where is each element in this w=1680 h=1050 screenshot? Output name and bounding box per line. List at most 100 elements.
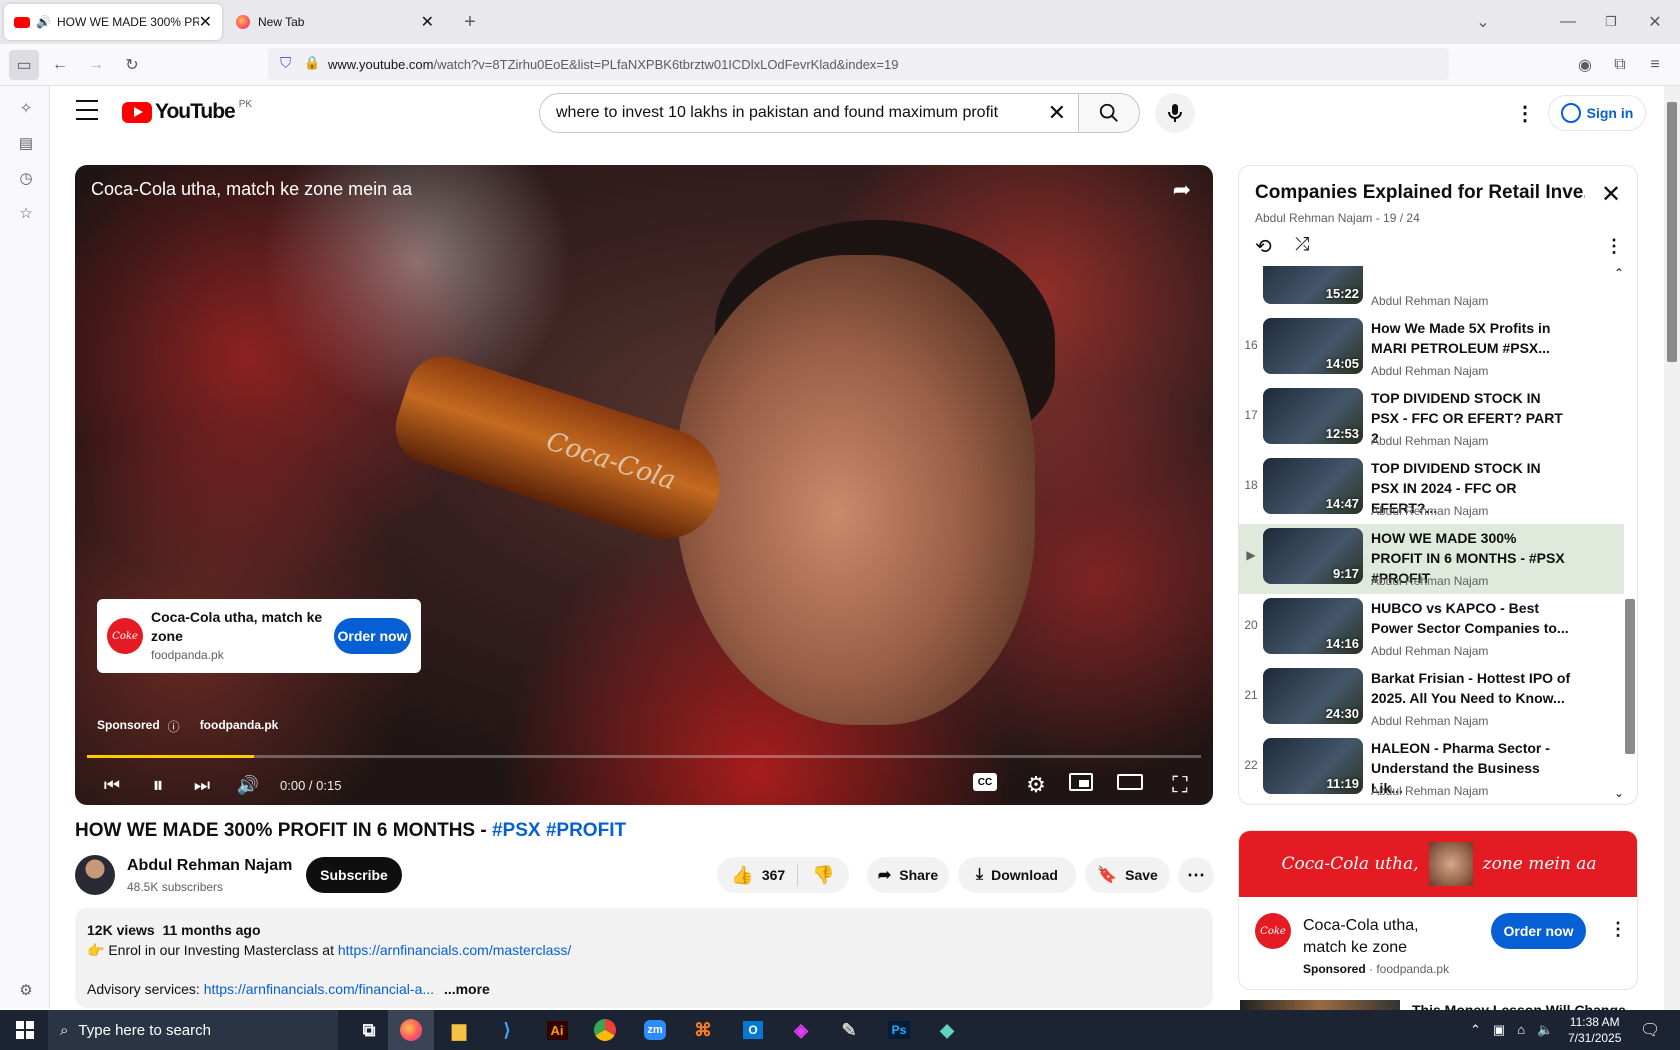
miniplayer-icon[interactable] bbox=[1069, 773, 1093, 791]
playlist-item[interactable]: 21 24:30 Barkat Frisian - Hottest IPO of 2… bbox=[1239, 664, 1624, 734]
fullscreen-icon[interactable]: ⛶ bbox=[1165, 770, 1195, 800]
file-explorer-icon[interactable]: ▆ bbox=[436, 1010, 482, 1050]
side-ad-order-now-button[interactable]: Order now bbox=[1491, 913, 1586, 949]
playlist-item-title[interactable]: Barkat Frisian - Hottest IPO of 2025. Al… bbox=[1371, 668, 1571, 708]
zoom-icon[interactable]: zm bbox=[632, 1010, 678, 1050]
advisory-link[interactable]: https://arnfinancials.com/financial-a... bbox=[204, 981, 434, 997]
save-button[interactable]: 🔖 Save bbox=[1085, 857, 1170, 893]
close-tab-icon[interactable]: ✕ bbox=[199, 12, 212, 32]
illustrator-icon[interactable]: Ai bbox=[534, 1010, 580, 1050]
ai-sparkle-icon[interactable]: ✧ bbox=[14, 96, 38, 120]
wifi-icon[interactable]: ⌂ bbox=[1517, 1022, 1525, 1038]
windows-start-icon[interactable] bbox=[2, 1010, 48, 1050]
volume-icon[interactable]: 🔊 bbox=[233, 770, 263, 800]
forward-icon[interactable]: → bbox=[81, 50, 111, 80]
playlist-item-channel[interactable]: Abdul Rehman Najam bbox=[1371, 574, 1488, 588]
playlist-item-channel[interactable]: Abdul Rehman Najam bbox=[1371, 504, 1488, 518]
side-ad-menu-icon[interactable]: ⋮ bbox=[1609, 919, 1627, 940]
playlist-item[interactable]: 18 14:47 TOP DIVIDEND STOCK IN PSX IN 2024… bbox=[1239, 454, 1624, 524]
volume-icon[interactable]: 🔈 bbox=[1537, 1022, 1553, 1038]
previous-icon[interactable]: ⏮ bbox=[97, 770, 127, 800]
close-playlist-icon[interactable]: ✕ bbox=[1601, 180, 1621, 209]
playlist-item[interactable]: 22 11:19 HALEON - Pharma Sector - Understa… bbox=[1239, 734, 1624, 804]
captions-icon[interactable]: CC bbox=[973, 773, 997, 791]
info-icon[interactable]: ⓘ bbox=[168, 718, 180, 735]
clock[interactable]: 11:38 AM 7/31/2025 bbox=[1568, 1014, 1621, 1046]
chrome-icon[interactable] bbox=[582, 1010, 628, 1050]
next-video-title[interactable]: This Money Lesson Will Change... bbox=[1412, 998, 1637, 1010]
xampp-icon[interactable]: ⌘ bbox=[680, 1010, 726, 1050]
playlist-item-channel[interactable]: Abdul Rehman Najam bbox=[1371, 364, 1488, 378]
new-tab-plus-icon[interactable]: + bbox=[455, 7, 485, 37]
voice-search-button[interactable] bbox=[1155, 93, 1195, 133]
lock-icon[interactable]: 🔒 bbox=[304, 55, 320, 71]
playlist-title[interactable]: Companies Explained for Retail Inve... bbox=[1255, 182, 1585, 204]
pause-icon[interactable]: ⏸ bbox=[143, 770, 173, 800]
playlist-scrollbar[interactable] bbox=[1625, 599, 1635, 754]
next-video-thumbnail[interactable] bbox=[1240, 1000, 1400, 1010]
url-bar[interactable]: ⛉ 🔒 www.youtube.com/watch?v=8TZirhu0EoE&… bbox=[268, 48, 1449, 80]
download-button[interactable]: ⤓ Download bbox=[958, 857, 1076, 893]
playlist-item-thumbnail[interactable]: 24:30 bbox=[1263, 668, 1363, 724]
playlist-item-thumbnail[interactable]: 14:05 bbox=[1263, 318, 1363, 374]
back-icon[interactable]: ← bbox=[45, 50, 75, 80]
history-icon[interactable]: ◷ bbox=[14, 166, 38, 190]
description-box[interactable]: 12K views 11 months ago 👉 Enrol in our I… bbox=[75, 908, 1213, 1008]
playlist-item-thumbnail[interactable]: 9:17 bbox=[1263, 528, 1363, 584]
app-diamond-icon[interactable]: ◆ bbox=[924, 1010, 970, 1050]
like-button[interactable]: 👍 367 bbox=[731, 864, 799, 886]
synced-tabs-icon[interactable]: ▤ bbox=[14, 131, 38, 155]
settings-gear-icon[interactable]: ⚙ bbox=[14, 978, 38, 1002]
share-button[interactable]: ➦ Share bbox=[867, 857, 949, 893]
maximize-icon[interactable]: ❐ bbox=[1596, 7, 1626, 37]
playlist-menu-icon[interactable]: ⋮ bbox=[1605, 236, 1623, 257]
minimize-icon[interactable]: — bbox=[1553, 7, 1583, 37]
playlist-item-channel[interactable]: Abdul Rehman Najam bbox=[1371, 784, 1488, 798]
reload-icon[interactable]: ↻ bbox=[117, 50, 147, 80]
channel-name[interactable]: Abdul Rehman Najam bbox=[127, 857, 292, 875]
shuffle-icon[interactable]: ⤮ bbox=[1295, 234, 1309, 255]
search-input[interactable]: where to invest 10 lakhs in pakistan and… bbox=[539, 93, 1079, 133]
playlist-item-channel[interactable]: Abdul Rehman Najam bbox=[1371, 434, 1488, 448]
subscribe-button[interactable]: Subscribe bbox=[306, 857, 402, 893]
system-tray[interactable]: ⌃ ▣ ⌂ 🔈 bbox=[1470, 1022, 1553, 1038]
notification-icon[interactable]: 🗨 bbox=[1640, 1020, 1660, 1040]
channel-avatar[interactable] bbox=[75, 855, 115, 895]
page-scrollbar-thumb[interactable] bbox=[1667, 102, 1677, 362]
clear-search-icon[interactable]: ✕ bbox=[1048, 100, 1066, 126]
playlist-item-channel[interactable]: Abdul Rehman Najam bbox=[1371, 714, 1488, 728]
sign-in-button[interactable]: Sign in bbox=[1548, 95, 1646, 131]
show-more-link[interactable]: ...more bbox=[444, 981, 490, 997]
tray-chevron-icon[interactable]: ⌃ bbox=[1470, 1022, 1481, 1038]
bookmarks-icon[interactable]: ☆ bbox=[14, 201, 38, 225]
page-scrollbar[interactable] bbox=[1664, 86, 1680, 1010]
player-ad-card[interactable]: Coke Coca-Cola utha, match ke zone foodp… bbox=[97, 599, 421, 673]
theater-mode-icon[interactable] bbox=[1117, 774, 1143, 790]
outlook-icon[interactable]: O bbox=[730, 1010, 776, 1050]
playlist-item-thumbnail[interactable]: 14:16 bbox=[1263, 598, 1363, 654]
more-options-icon[interactable]: ⋮ bbox=[1515, 101, 1535, 126]
tab-new-tab[interactable]: New Tab ✕ bbox=[226, 4, 444, 40]
taskbar-search-box[interactable]: ⌕ Type here to search bbox=[48, 1010, 338, 1050]
sidebar-toggle-icon[interactable]: ▭ bbox=[9, 50, 39, 80]
sidebar-ad[interactable]: Coca-Cola utha, zone mein aa Coke Coca-C… bbox=[1238, 830, 1638, 990]
search-button[interactable] bbox=[1078, 93, 1140, 133]
guide-menu-icon[interactable] bbox=[76, 100, 98, 120]
playlist-item[interactable]: 16 14:05 How We Made 5X Profits in MARI PE… bbox=[1239, 314, 1624, 384]
video-player[interactable]: Coca-Cola Coca-Cola utha, match ke zone … bbox=[75, 165, 1213, 805]
sponsor-link[interactable]: foodpanda.pk bbox=[200, 718, 279, 735]
loop-icon[interactable]: ⟲ bbox=[1255, 234, 1272, 259]
playlist-item[interactable]: Pakistan's no.1 bike company - bbox=[1239, 804, 1624, 805]
network-icon[interactable]: ▣ bbox=[1493, 1022, 1505, 1038]
pen-tool-icon[interactable]: ✎ bbox=[826, 1010, 872, 1050]
share-arrow-icon[interactable]: ➦ bbox=[1173, 177, 1191, 203]
playlist-item-thumbnail[interactable]: 14:47 bbox=[1263, 458, 1363, 514]
playlist-item-channel[interactable]: Abdul Rehman Najam bbox=[1371, 294, 1488, 308]
task-view-icon[interactable]: ⧉ bbox=[346, 1010, 392, 1050]
menu-icon[interactable]: ≡ bbox=[1640, 50, 1670, 80]
playlist-item[interactable]: 15:22 Abdul Rehman Najam bbox=[1239, 266, 1624, 314]
close-tab-icon[interactable]: ✕ bbox=[421, 12, 434, 32]
progress-bar[interactable] bbox=[87, 755, 1201, 758]
close-window-icon[interactable]: ✕ bbox=[1640, 7, 1670, 37]
vscode-icon[interactable]: ⟩ bbox=[484, 1010, 530, 1050]
